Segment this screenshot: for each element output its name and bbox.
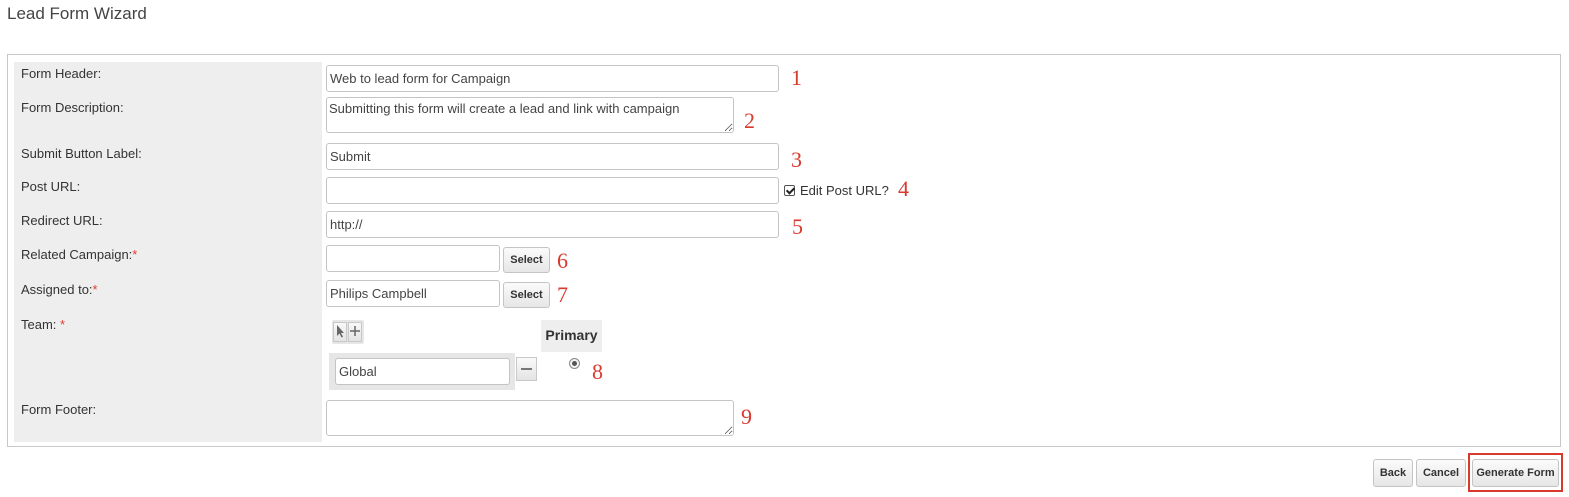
marker-7: 7: [557, 282, 568, 307]
team-label: Team: *: [21, 317, 65, 332]
redirect-url-input[interactable]: [326, 211, 779, 238]
marker-6: 6: [557, 248, 568, 273]
cursor-icon: [337, 325, 344, 338]
form-header-input[interactable]: [326, 65, 779, 92]
edit-post-url-checkbox[interactable]: [784, 185, 795, 196]
required-mark: *: [92, 282, 98, 297]
add-team-button[interactable]: [348, 322, 362, 342]
generate-form-button[interactable]: Generate Form: [1472, 459, 1559, 487]
form-header-label: Form Header:: [21, 66, 102, 81]
submit-button-label-label: Submit Button Label:: [21, 146, 142, 161]
cancel-button[interactable]: Cancel: [1416, 459, 1466, 487]
primary-team-radio[interactable]: [569, 358, 580, 369]
form-description-label: Form Description:: [21, 100, 124, 115]
marker-1: 1: [791, 65, 802, 90]
submit-button-label-input[interactable]: [326, 143, 779, 170]
marker-4: 4: [898, 176, 909, 201]
related-campaign-label-text: Related Campaign:: [21, 247, 133, 262]
post-url-label: Post URL:: [21, 179, 81, 194]
form-footer-textarea[interactable]: [326, 400, 734, 436]
post-url-input[interactable]: [326, 177, 779, 204]
redirect-url-label: Redirect URL:: [21, 213, 103, 228]
select-team-button[interactable]: [333, 322, 347, 342]
edit-post-url-label: Edit Post URL?: [800, 183, 889, 198]
marker-3: 3: [791, 147, 802, 172]
team-toolbar: [332, 320, 364, 344]
team-name-input[interactable]: [335, 358, 510, 385]
marker-2: 2: [744, 108, 755, 133]
assigned-to-input[interactable]: [326, 280, 500, 307]
form-description-textarea[interactable]: Submitting this form will create a lead …: [326, 97, 734, 133]
team-label-text: Team:: [21, 317, 61, 332]
related-campaign-label: Related Campaign:*: [21, 247, 137, 262]
page-title: Lead Form Wizard: [7, 4, 147, 23]
required-mark: *: [60, 317, 66, 332]
assigned-to-select-button[interactable]: Select: [503, 282, 550, 308]
assigned-to-label: Assigned to:*: [21, 282, 98, 297]
required-mark: *: [132, 247, 138, 262]
back-button[interactable]: Back: [1373, 459, 1413, 487]
form-footer-label: Form Footer:: [21, 402, 97, 417]
marker-8: 8: [592, 359, 603, 384]
assigned-to-label-text: Assigned to:: [21, 282, 93, 297]
marker-5: 5: [792, 214, 803, 239]
primary-column-header: Primary: [541, 320, 602, 352]
related-campaign-select-button[interactable]: Select: [503, 247, 550, 273]
plus-icon: [350, 326, 360, 336]
related-campaign-input[interactable]: [326, 245, 500, 272]
remove-team-button[interactable]: [516, 357, 537, 381]
marker-9: 9: [741, 404, 752, 429]
